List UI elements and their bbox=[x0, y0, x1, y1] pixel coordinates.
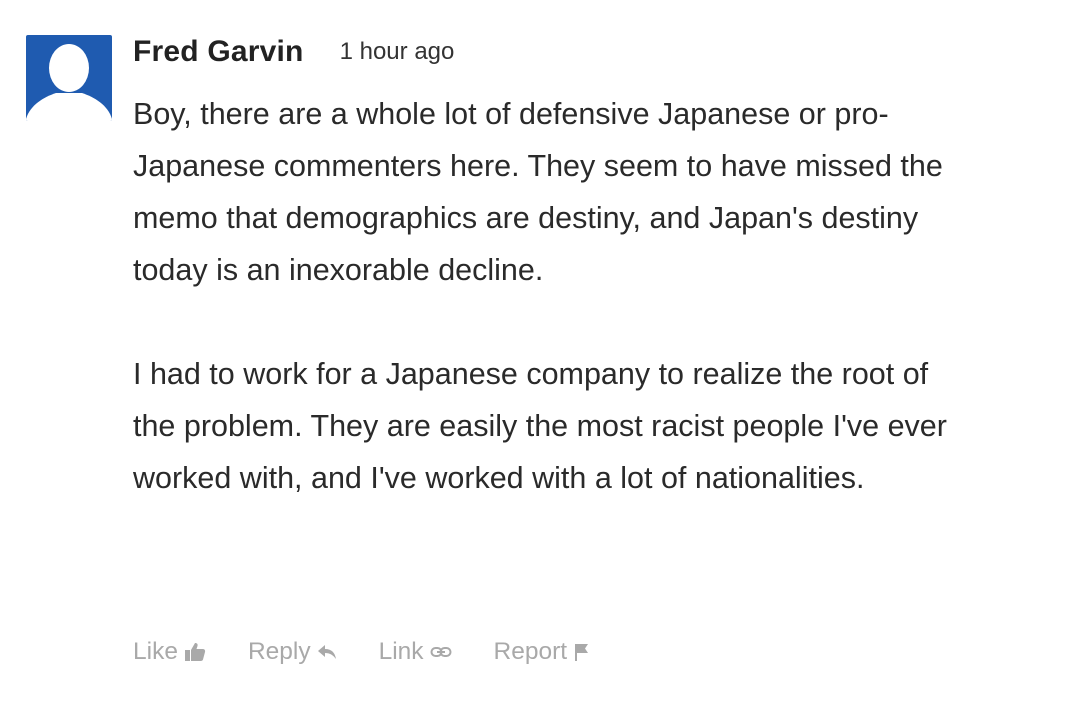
comment-paragraph: I had to work for a Japanese company to … bbox=[133, 357, 947, 495]
report-button[interactable]: Report bbox=[494, 638, 590, 666]
comment-paragraph: Boy, there are a whole lot of defensive … bbox=[133, 97, 943, 287]
comment-header: Fred Garvin 1 hour ago bbox=[133, 30, 454, 74]
comment-timestamp[interactable]: 1 hour ago bbox=[340, 38, 455, 66]
reply-arrow-icon bbox=[317, 644, 337, 660]
reply-label: Reply bbox=[247, 638, 311, 665]
like-label: Like bbox=[133, 638, 178, 665]
chain-link-icon bbox=[430, 645, 452, 659]
comment-actions: Like Reply Link Report bbox=[133, 638, 631, 666]
reply-button[interactable]: Reply bbox=[248, 638, 337, 666]
link-label: Link bbox=[378, 638, 424, 665]
default-user-silhouette-icon bbox=[26, 44, 112, 121]
link-button[interactable]: Link bbox=[379, 638, 452, 666]
thumbs-up-icon bbox=[184, 642, 206, 662]
flag-icon bbox=[573, 642, 589, 662]
avatar[interactable] bbox=[26, 35, 112, 121]
author-name[interactable]: Fred Garvin bbox=[133, 35, 304, 69]
report-label: Report bbox=[493, 638, 568, 665]
like-button[interactable]: Like bbox=[133, 638, 206, 666]
comment-body: Boy, there are a whole lot of defensive … bbox=[133, 88, 1053, 556]
